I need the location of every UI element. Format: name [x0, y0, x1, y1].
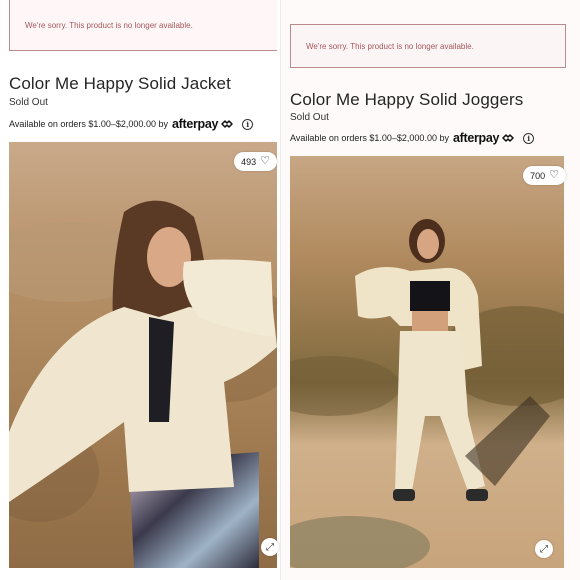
expand-icon[interactable]: ⤢ — [535, 540, 553, 558]
unavailable-alert: We're sorry. This product is no longer a… — [290, 24, 566, 68]
afterpay-logo-icon — [502, 134, 514, 142]
afterpay-text: Available on orders $1.00–$2,000.00 by — [9, 119, 168, 129]
stock-status: Sold Out — [290, 112, 329, 123]
unavailable-alert: We're sorry. This product is no longer a… — [9, 0, 277, 51]
afterpay-row: Available on orders $1.00–$2,000.00 by a… — [290, 131, 535, 145]
afterpay-text: Available on orders $1.00–$2,000.00 by — [290, 133, 449, 143]
info-icon[interactable]: i — [523, 132, 535, 144]
afterpay-logo-icon — [221, 120, 233, 128]
product-photo[interactable] — [290, 156, 564, 568]
product-panel-joggers: We're sorry. This product is no longer a… — [281, 0, 580, 580]
afterpay-brand: afterpay — [452, 131, 500, 145]
like-counter[interactable]: 700 ♡ — [523, 166, 566, 185]
like-counter[interactable]: 493 ♡ — [234, 152, 277, 171]
heart-icon[interactable]: ♡ — [260, 156, 270, 167]
stock-status: Sold Out — [9, 97, 48, 108]
like-count: 493 — [241, 156, 257, 167]
afterpay-row: Available on orders $1.00–$2,000.00 by a… — [9, 117, 254, 131]
like-count: 700 — [530, 170, 546, 181]
product-panel-jacket: We're sorry. This product is no longer a… — [0, 0, 281, 580]
product-photo[interactable] — [9, 142, 277, 568]
heart-icon[interactable]: ♡ — [549, 170, 559, 181]
afterpay-brand: afterpay — [171, 117, 219, 131]
product-title: Color Me Happy Solid Joggers — [290, 90, 524, 109]
product-title: Color Me Happy Solid Jacket — [9, 74, 231, 93]
expand-icon[interactable]: ⤢ — [261, 538, 279, 556]
info-icon[interactable]: i — [242, 118, 254, 130]
